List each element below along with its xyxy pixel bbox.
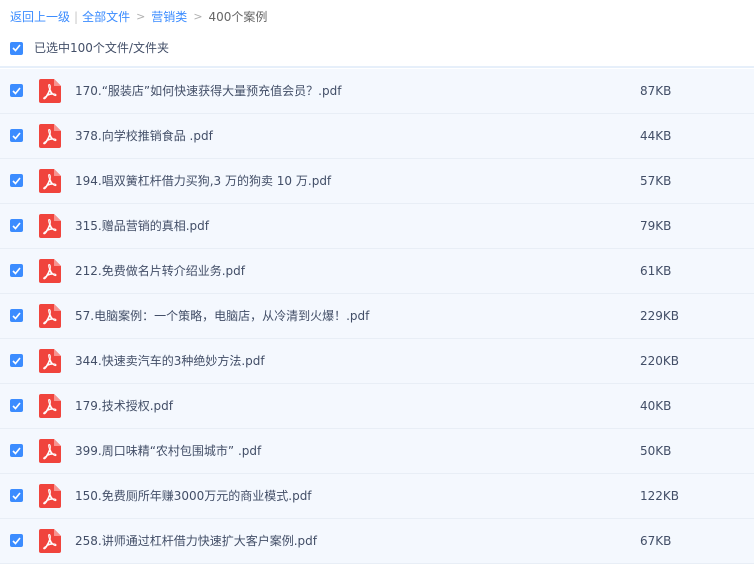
file-size: 50KB [640, 444, 672, 458]
file-checkbox[interactable] [10, 309, 23, 322]
file-name[interactable]: 258.讲师通过杠杆借力快速扩大客户案例.pdf [75, 519, 317, 564]
selection-count-label: 已选中100个文件/文件夹 [34, 41, 169, 55]
check-icon [12, 221, 21, 230]
file-name[interactable]: 170.“服装店”如何快速获得大量预充值会员？.pdf [75, 69, 341, 114]
file-row[interactable]: 194.唱双簧杠杆借力买狗,3 万的狗卖 10 万.pdf 57KB [0, 159, 754, 204]
file-row[interactable]: 258.讲师通过杠杆借力快速扩大客户案例.pdf 67KB [0, 519, 754, 564]
file-name[interactable]: 179.技术授权.pdf [75, 384, 173, 429]
file-checkbox[interactable] [10, 219, 23, 232]
check-icon [12, 176, 21, 185]
check-icon [12, 491, 21, 500]
file-checkbox[interactable] [10, 264, 23, 277]
check-icon [12, 86, 21, 95]
breadcrumb-current: 400个案例 [208, 10, 268, 24]
select-all-checkbox[interactable] [10, 41, 23, 55]
file-row[interactable]: 315.赠品营销的真相.pdf 79KB [0, 204, 754, 249]
file-checkbox[interactable] [10, 84, 23, 97]
file-row[interactable]: 150.免费厕所年赚3000万元的商业模式.pdf 122KB [0, 474, 754, 519]
file-name[interactable]: 194.唱双簧杠杆借力买狗,3 万的狗卖 10 万.pdf [75, 159, 331, 204]
pdf-icon [39, 394, 61, 418]
pdf-icon [39, 124, 61, 148]
pdf-icon [39, 439, 61, 463]
file-size: 61KB [640, 264, 672, 278]
select-all-bar: 已选中100个文件/文件夹 [10, 38, 169, 58]
breadcrumb: 返回上一级 | 全部文件 > 营销类 > 400个案例 [10, 7, 267, 27]
breadcrumb-all-files[interactable]: 全部文件 [82, 7, 130, 27]
file-row[interactable]: 378.向学校推销食品 .pdf 44KB [0, 114, 754, 159]
pdf-icon [39, 484, 61, 508]
pdf-icon [39, 259, 61, 283]
file-name[interactable]: 344.快速卖汽车的3种绝妙方法.pdf [75, 339, 265, 384]
back-link[interactable]: 返回上一级 [10, 7, 70, 27]
check-icon [12, 131, 21, 140]
file-size: 229KB [640, 309, 680, 323]
file-checkbox[interactable] [10, 174, 23, 187]
pdf-icon [39, 79, 61, 103]
file-name[interactable]: 315.赠品营销的真相.pdf [75, 204, 209, 249]
file-name[interactable]: 399.周口味精“农村包围城市” .pdf [75, 429, 261, 474]
file-row[interactable]: 179.技术授权.pdf 40KB [0, 384, 754, 429]
file-checkbox[interactable] [10, 399, 23, 412]
file-size: 57KB [640, 174, 672, 188]
check-icon [12, 356, 21, 365]
file-name[interactable]: 57.电脑案例：一个策略，电脑店，从冷清到火爆！.pdf [75, 294, 369, 339]
breadcrumb-separator: | [74, 10, 79, 24]
file-row[interactable]: 57.电脑案例：一个策略，电脑店，从冷清到火爆！.pdf 229KB [0, 294, 754, 339]
file-size: 87KB [640, 84, 672, 98]
file-size: 79KB [640, 219, 672, 233]
file-row[interactable]: 212.免费做名片转介绍业务.pdf 61KB [0, 249, 754, 294]
file-row[interactable]: 170.“服装店”如何快速获得大量预充值会员？.pdf 87KB [0, 69, 754, 114]
check-icon [12, 266, 21, 275]
file-size: 67KB [640, 534, 672, 548]
file-size: 122KB [640, 489, 680, 503]
pdf-icon [39, 529, 61, 553]
check-icon [12, 536, 21, 545]
file-list: 170.“服装店”如何快速获得大量预充值会员？.pdf 87KB 378.向学校… [0, 69, 754, 564]
file-name[interactable]: 378.向学校推销食品 .pdf [75, 114, 213, 159]
check-icon [12, 311, 21, 320]
file-checkbox[interactable] [10, 354, 23, 367]
breadcrumb-category[interactable]: 营销类 [151, 7, 187, 27]
header-divider [0, 66, 754, 68]
breadcrumb-arrow: > [193, 10, 203, 23]
pdf-icon [39, 169, 61, 193]
file-row[interactable]: 399.周口味精“农村包围城市” .pdf 50KB [0, 429, 754, 474]
file-name[interactable]: 150.免费厕所年赚3000万元的商业模式.pdf [75, 474, 312, 519]
file-size: 220KB [640, 354, 680, 368]
pdf-icon [39, 214, 61, 238]
pdf-icon [39, 349, 61, 373]
check-icon [12, 446, 21, 455]
file-size: 44KB [640, 129, 672, 143]
check-icon [12, 401, 21, 410]
breadcrumb-arrow: > [136, 10, 146, 23]
check-icon [12, 44, 21, 52]
file-checkbox[interactable] [10, 489, 23, 502]
pdf-icon [39, 304, 61, 328]
file-name[interactable]: 212.免费做名片转介绍业务.pdf [75, 249, 245, 294]
file-checkbox[interactable] [10, 444, 23, 457]
file-checkbox[interactable] [10, 534, 23, 547]
file-row[interactable]: 344.快速卖汽车的3种绝妙方法.pdf 220KB [0, 339, 754, 384]
file-checkbox[interactable] [10, 129, 23, 142]
file-size: 40KB [640, 399, 672, 413]
